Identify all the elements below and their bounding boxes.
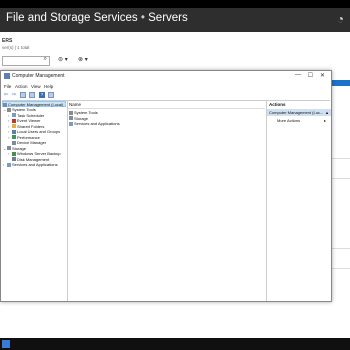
server-manager-header: File and Storage Services • Servers ◔ xyxy=(0,8,350,32)
refresh-icon[interactable]: ◔ xyxy=(337,12,344,26)
list-item[interactable]: System Tools xyxy=(69,110,98,115)
title-separator: • xyxy=(140,12,145,24)
console-tree: Computer Management (Local) ⌄ System Tool… xyxy=(2,101,68,301)
storage-icon xyxy=(7,146,11,150)
title-main: File and Storage Services xyxy=(6,12,138,24)
device-manager-icon xyxy=(12,140,16,145)
column-header-name[interactable]: Name xyxy=(69,102,81,107)
properties-icon[interactable] xyxy=(29,92,35,98)
actions-pane: Actions Computer Management (Loc... ▲ Mo… xyxy=(266,101,331,301)
window-body: Computer Management (Local) ⌄ System Tool… xyxy=(2,100,331,302)
filter-options-icon[interactable]: ⊜ ▾ xyxy=(58,56,68,63)
server-manager-title: File and Storage Services • Servers xyxy=(6,12,188,24)
title-bar[interactable]: Computer Management — ☐ ✕ xyxy=(1,71,331,81)
servers-count: ver(s) | 1 total xyxy=(2,45,30,50)
event-log-icon xyxy=(12,118,16,123)
filter-input[interactable]: ⌕ xyxy=(2,56,50,66)
collapse-up-icon[interactable]: ▲ xyxy=(325,109,329,116)
window-title: Computer Management xyxy=(12,73,65,79)
show-action-pane-icon[interactable] xyxy=(48,92,54,98)
computer-icon xyxy=(3,102,7,107)
taskbar xyxy=(0,338,350,350)
divider xyxy=(330,248,350,249)
menu-help[interactable]: Help xyxy=(44,84,53,89)
toolbar: ⇦ ⇨ ? xyxy=(1,91,331,99)
storage-icon xyxy=(69,116,73,120)
forward-arrow-icon[interactable]: ⇨ xyxy=(11,92,17,98)
computer-management-window: Computer Management — ☐ ✕ File Action Vi… xyxy=(0,70,332,302)
search-icon: ⌕ xyxy=(43,56,47,62)
divider xyxy=(330,158,350,159)
show-hide-tree-icon[interactable] xyxy=(20,92,26,98)
results-pane: Name System Tools Storage Services and A… xyxy=(68,101,265,301)
backup-icon xyxy=(12,151,16,156)
more-actions-link[interactable]: More Actions xyxy=(277,117,300,124)
menu-action[interactable]: Action xyxy=(15,84,28,89)
maximize-button[interactable]: ☐ xyxy=(308,72,313,79)
list-item[interactable]: Services and Applications xyxy=(69,121,120,126)
tools-icon xyxy=(69,110,73,115)
title-sub: Servers xyxy=(148,12,188,24)
disk-icon xyxy=(12,157,16,161)
performance-icon xyxy=(12,135,16,139)
start-icon[interactable] xyxy=(2,340,10,348)
divider xyxy=(68,108,265,109)
menu-file[interactable]: File xyxy=(4,84,11,89)
submenu-arrow-icon: ▸ xyxy=(324,118,327,123)
tree-item-services-apps[interactable]: › Services and Applications xyxy=(3,162,58,168)
actions-subheader[interactable]: Computer Management (Loc... ▲ xyxy=(267,109,331,116)
actions-header: Actions xyxy=(269,102,286,107)
desktop: File and Storage Services • Servers ◔ ER… xyxy=(0,0,350,350)
back-arrow-icon[interactable]: ⇦ xyxy=(3,92,9,98)
services-icon xyxy=(69,121,73,126)
tools-icon xyxy=(7,107,11,112)
servers-section-label: ERS xyxy=(2,38,13,44)
help-icon[interactable]: ? xyxy=(39,92,45,98)
menu-bar: File Action View Help xyxy=(1,83,331,91)
filter-save-icon[interactable]: ⊗ ▾ xyxy=(78,56,88,63)
divider xyxy=(330,178,350,179)
computer-management-icon xyxy=(4,73,10,79)
menu-view[interactable]: View xyxy=(31,84,41,89)
divider xyxy=(330,268,350,269)
folder-icon xyxy=(12,124,16,128)
list-item[interactable]: Storage xyxy=(69,116,88,121)
users-icon xyxy=(12,129,16,134)
clock-icon xyxy=(12,113,16,117)
minimize-button[interactable]: — xyxy=(295,72,301,78)
close-button[interactable]: ✕ xyxy=(320,72,325,79)
services-icon xyxy=(7,162,11,167)
